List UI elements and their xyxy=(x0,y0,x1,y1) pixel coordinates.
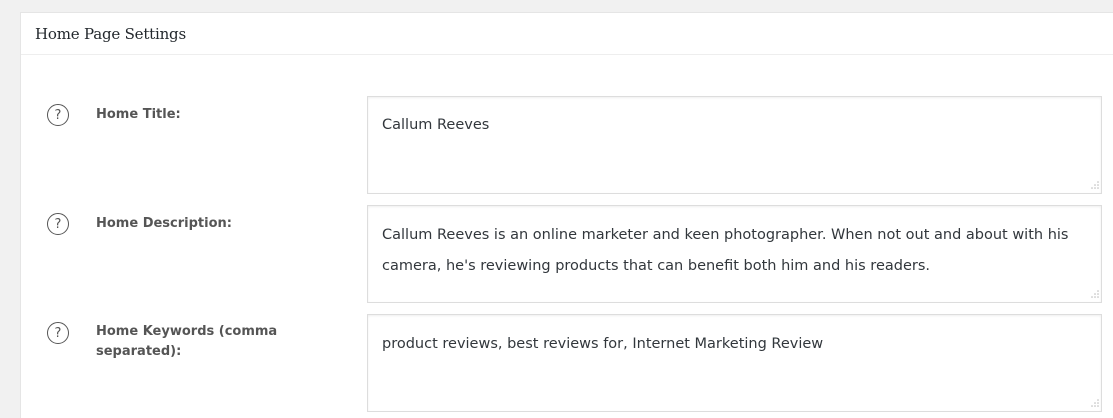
panel-header: Home Page Settings xyxy=(21,13,1113,55)
home-page-settings-panel: Home Page Settings ? Home Title: Callum … xyxy=(20,12,1113,418)
help-icon[interactable]: ? xyxy=(47,322,69,344)
home-description-field[interactable]: Callum Reeves is an online marketer and … xyxy=(367,205,1102,303)
help-icon[interactable]: ? xyxy=(47,213,69,235)
home-description-label: Home Description: xyxy=(96,216,232,231)
home-keywords-label: Home Keywords (comma separated): xyxy=(96,324,278,359)
panel-title: Home Page Settings xyxy=(35,24,186,43)
home-title-label: Home Title: xyxy=(96,107,181,122)
help-icon[interactable]: ? xyxy=(47,104,69,126)
home-title-field[interactable]: Callum Reeves xyxy=(367,96,1102,194)
home-keywords-field[interactable]: product reviews, best reviews for, Inter… xyxy=(367,314,1102,412)
